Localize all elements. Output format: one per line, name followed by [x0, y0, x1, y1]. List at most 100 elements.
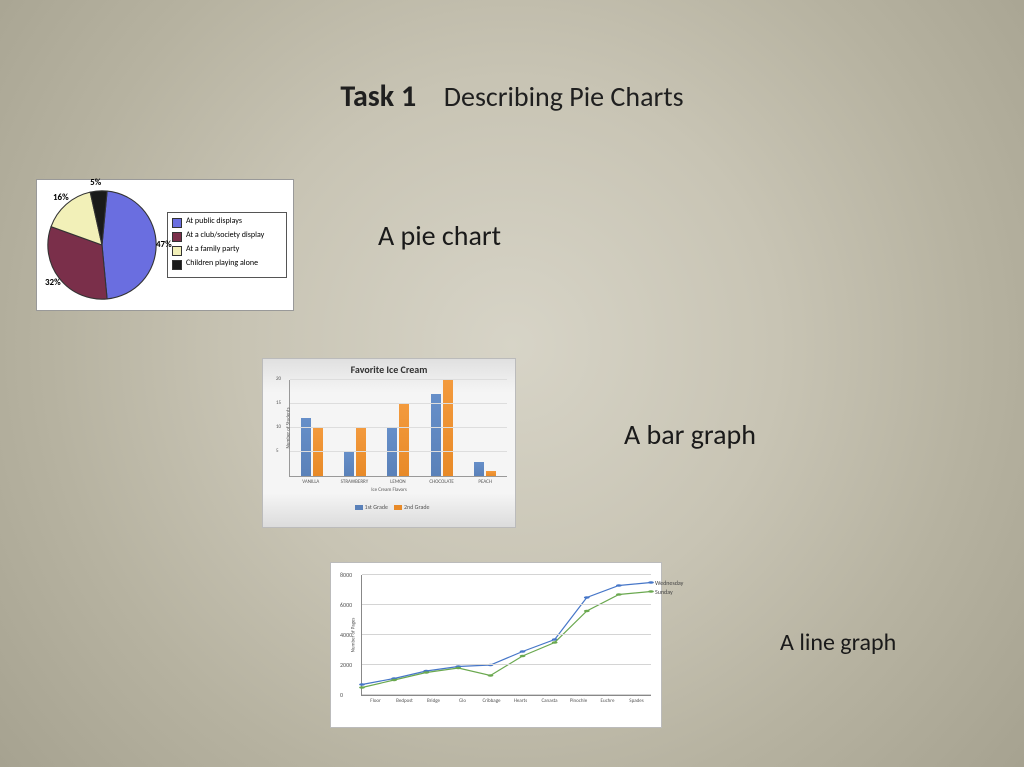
line-ytick: 6000	[340, 601, 352, 609]
pie-legend-item: At a club/society display	[172, 231, 282, 242]
bar-gridline: 10	[290, 427, 507, 428]
line-caption: A line graph	[780, 628, 896, 657]
line-point	[423, 671, 429, 673]
line-point	[584, 610, 590, 612]
pie-slice-label: 32%	[45, 277, 61, 288]
bar-ytick: 15	[276, 400, 281, 406]
legend-label: 1st Grade	[365, 503, 388, 511]
bar	[344, 452, 354, 476]
line-xtick: Canasta	[535, 698, 564, 704]
line-ytick: 0	[340, 691, 343, 699]
line-point	[391, 679, 397, 681]
bar-group	[344, 428, 366, 476]
line-series-label: Wednesday	[655, 579, 683, 587]
line-ytick: 4000	[340, 631, 352, 639]
line-xtick: Hearts	[506, 698, 535, 704]
line-xtick: Bedpost	[390, 698, 419, 704]
bar-caption: A bar graph	[624, 417, 756, 452]
pie-slice	[102, 191, 156, 299]
line-xtick: Spades	[622, 698, 651, 704]
legend-label: At public displays	[186, 217, 242, 226]
bar-gridline: 20	[290, 379, 507, 380]
pie-legend-item: Children playing alone	[172, 259, 282, 270]
pie-chart-panel: 47% 32% 16% 5% At public displays At a club/…	[36, 179, 294, 311]
bar	[486, 471, 496, 476]
line-xlabels: FloorBedpostBridgeGloCribbageHeartsCanas…	[361, 698, 651, 704]
pie-legend-item: At public displays	[172, 217, 282, 228]
line-point	[455, 667, 461, 669]
line-point	[520, 655, 526, 657]
bar-xtick: PEACH	[463, 479, 507, 485]
line-point	[488, 674, 494, 676]
line-point	[520, 650, 526, 652]
pie-slice-label: 16%	[53, 192, 69, 203]
line-series-label: Sunday	[655, 588, 673, 596]
title-bold: Task 1	[340, 78, 416, 115]
bar	[356, 428, 366, 476]
line-xtick: Bridge	[419, 698, 448, 704]
legend-swatch	[172, 246, 182, 256]
legend-swatch	[172, 232, 182, 242]
line-ytick: 8000	[340, 571, 352, 579]
bar	[399, 404, 409, 476]
line-point	[359, 683, 365, 685]
legend-label: At a club/society display	[186, 231, 264, 240]
line-point	[359, 686, 365, 688]
legend-label: 2nd Grade	[404, 503, 429, 511]
line-point	[552, 641, 558, 643]
bar-xlabel: Ice Cream Flavors	[263, 487, 515, 493]
line-gridline: 2000	[362, 664, 651, 665]
bar-plot: Number of Students 5101520	[289, 380, 507, 477]
line-gridline: 6000	[362, 604, 651, 605]
legend-swatch	[355, 505, 363, 510]
bar-xlabels: VANILLASTRAWBERRYLEMONCHOCOLATEPEACH	[289, 479, 507, 485]
bar-title: Favorite Ice Cream	[263, 363, 515, 376]
line-xtick: Pinochle	[564, 698, 593, 704]
bar	[474, 462, 484, 476]
legend-label: At a family party	[186, 245, 239, 254]
bar-ytick: 20	[276, 376, 281, 382]
bar-xtick: STRAWBERRY	[333, 479, 377, 485]
bar-groups	[290, 380, 507, 476]
line-chart-panel: Number of Pages 02000400060008000Wednesd…	[330, 562, 662, 728]
pie-legend: At public displays At a club/society disp…	[167, 212, 287, 278]
line-xtick: Euchre	[593, 698, 622, 704]
legend-swatch	[172, 260, 182, 270]
pie-slice-label: 47%	[156, 239, 172, 250]
bar-ytick: 5	[276, 448, 279, 454]
line-point	[648, 581, 654, 583]
bar-gridline: 5	[290, 451, 507, 452]
line-series	[362, 592, 651, 688]
legend-swatch	[394, 505, 402, 510]
bar-xtick: LEMON	[376, 479, 420, 485]
bar-gridline: 15	[290, 403, 507, 404]
line-plot: Number of Pages 02000400060008000Wednesd…	[361, 575, 651, 696]
bar-group	[387, 404, 409, 476]
slide: Task 1 Describing Pie Charts 47% 32% 16% 5%…	[0, 0, 1024, 767]
pie-chart: 47%32%16%5%	[37, 180, 167, 310]
bar-legend: 1st Grade 2nd Grade	[263, 503, 515, 511]
line-gridline: 4000	[362, 634, 651, 635]
bar	[443, 380, 453, 476]
slide-title: Task 1 Describing Pie Charts	[0, 78, 1024, 115]
bar-chart-panel: Favorite Ice Cream Number of Students 51…	[262, 358, 516, 528]
line-xtick: Cribbage	[477, 698, 506, 704]
bar-group	[474, 462, 496, 476]
line-point	[584, 596, 590, 598]
bar-ytick: 10	[276, 424, 281, 430]
legend-swatch	[172, 218, 182, 228]
pie-caption: A pie chart	[378, 218, 501, 253]
line-xtick: Floor	[361, 698, 390, 704]
bar	[387, 428, 397, 476]
pie-slice-label: 5%	[90, 177, 101, 188]
line-svg	[362, 575, 651, 695]
bar	[431, 394, 441, 476]
line-ytick: 2000	[340, 661, 352, 669]
title-sub: Describing Pie Charts	[444, 79, 684, 114]
legend-label: Children playing alone	[186, 259, 258, 268]
line-gridline: 8000	[362, 574, 651, 575]
line-xtick: Glo	[448, 698, 477, 704]
line-gridline: 0	[362, 694, 651, 695]
line-point	[616, 593, 622, 595]
bar-group	[431, 380, 453, 476]
